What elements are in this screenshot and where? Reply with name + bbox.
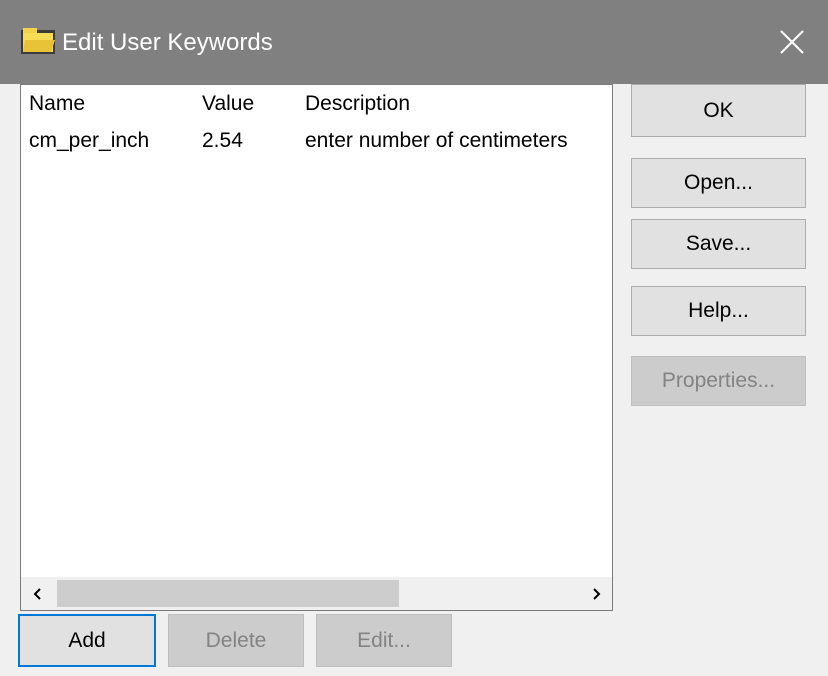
- chevron-right-icon: [592, 587, 600, 600]
- keywords-list[interactable]: Name Value Description cm_per_inch 2.54 …: [20, 84, 613, 611]
- keyword-name: cm_per_inch: [29, 129, 150, 152]
- scrollbar-thumb[interactable]: [57, 580, 399, 607]
- delete-button[interactable]: Delete: [168, 614, 304, 667]
- chevron-left-icon: [33, 587, 41, 600]
- scroll-right-button[interactable]: [579, 577, 612, 610]
- horizontal-scrollbar[interactable]: [21, 577, 612, 610]
- title-bar[interactable]: Edit User Keywords: [0, 0, 828, 84]
- properties-button[interactable]: Properties...: [631, 356, 806, 406]
- column-header-name[interactable]: Name: [29, 92, 85, 116]
- open-button[interactable]: Open...: [631, 158, 806, 208]
- save-button[interactable]: Save...: [631, 219, 806, 269]
- keyword-value: 2.54: [202, 129, 243, 152]
- column-header-description[interactable]: Description: [305, 92, 410, 116]
- add-button[interactable]: Add: [18, 614, 156, 667]
- keyword-description: enter number of centimeters: [305, 129, 568, 152]
- edit-button[interactable]: Edit...: [316, 614, 452, 667]
- folder-icon: [21, 28, 55, 54]
- window-title: Edit User Keywords: [62, 29, 273, 56]
- scroll-left-button[interactable]: [21, 577, 54, 610]
- close-icon: [780, 30, 804, 54]
- column-header-value[interactable]: Value: [202, 92, 254, 116]
- ok-button[interactable]: OK: [631, 84, 806, 137]
- edit-user-keywords-dialog: Edit User Keywords Name Value Descriptio…: [0, 0, 828, 676]
- close-button[interactable]: [756, 0, 828, 84]
- help-button[interactable]: Help...: [631, 286, 806, 336]
